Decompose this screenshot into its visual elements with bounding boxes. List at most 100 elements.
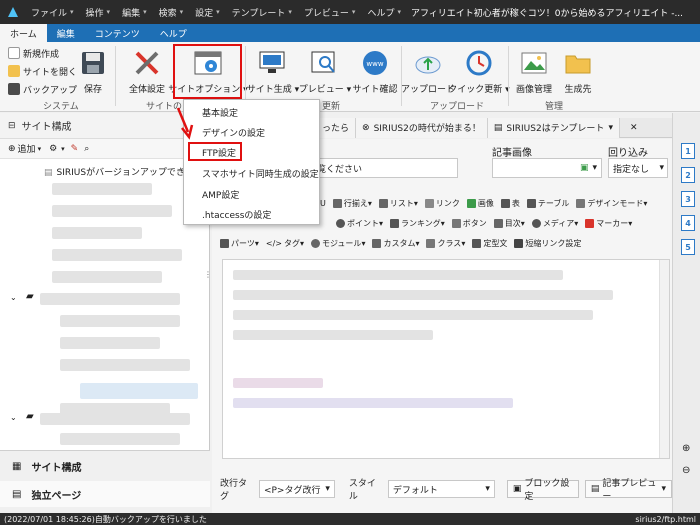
- zoom-in-icon[interactable]: ⊕: [682, 443, 690, 454]
- table-short-button[interactable]: 表: [500, 198, 520, 209]
- side-tab-5[interactable]: 5: [681, 239, 695, 255]
- zoom-out-icon[interactable]: ⊖: [682, 465, 690, 476]
- menu-item-basic-settings[interactable]: 基本設定: [202, 106, 238, 119]
- custom-button[interactable]: カスタム ▾: [372, 238, 419, 249]
- group-label-system: システム: [43, 102, 79, 112]
- crown-icon: [390, 218, 400, 228]
- design-mode-button[interactable]: デザインモード ▾: [576, 198, 647, 209]
- site-check-button[interactable]: www サイト確認: [352, 48, 398, 100]
- image-manage-button[interactable]: 画像管理: [512, 48, 556, 100]
- quick-update-button[interactable]: クイック更新 ▾: [448, 48, 510, 100]
- table-button[interactable]: テーブル: [526, 198, 569, 209]
- overall-settings-button[interactable]: 全体設定: [124, 48, 170, 100]
- list-button[interactable]: リスト ▾: [378, 198, 418, 209]
- menu-item-amp-settings[interactable]: AMP設定: [202, 188, 239, 201]
- side-tab-4[interactable]: 4: [681, 215, 695, 231]
- chevron-down-icon: ▾: [37, 144, 42, 153]
- align-button[interactable]: 行揃え ▾: [332, 198, 372, 209]
- menu-settings[interactable]: 設定 ▾: [189, 0, 226, 24]
- parts-button[interactable]: パーツ ▾: [220, 238, 259, 249]
- generated-destination-button[interactable]: 生成先: [558, 48, 598, 100]
- gear-icon[interactable]: ⚙: [49, 144, 57, 154]
- independent-page-tab[interactable]: ▤ 独立ページ: [0, 481, 210, 507]
- preview-button[interactable]: プレビュー ▾: [299, 48, 351, 100]
- menu-preview[interactable]: プレビュー ▾: [298, 0, 362, 24]
- toc-button[interactable]: 目次 ▾: [493, 218, 525, 229]
- add-button[interactable]: ⊕ 追加 ▾: [8, 142, 42, 156]
- check-icon: [336, 218, 345, 228]
- save-button[interactable]: 保存: [78, 48, 108, 100]
- blurred-item: [40, 413, 190, 425]
- group-label-update: 更新: [322, 102, 341, 112]
- tree-item[interactable]: ▤ SIRIUSがバージョンアップできま: [44, 165, 194, 178]
- tab-help[interactable]: ヘルプ: [150, 24, 197, 42]
- title-input[interactable]: 覧ください: [312, 158, 458, 178]
- block-settings-button[interactable]: ▣ ブロック設定: [506, 479, 579, 502]
- divider: [115, 46, 116, 106]
- side-tab-1[interactable]: 1: [681, 143, 695, 159]
- scrollbar[interactable]: [659, 260, 669, 458]
- doc-tab-active[interactable]: ⊗ SIRIUS2の時代が始まる！: [356, 117, 488, 138]
- short-link-settings-button[interactable]: 短縮リンク設定: [514, 238, 581, 249]
- style-select[interactable]: デフォルト ▾: [387, 480, 495, 498]
- blurred-text: [233, 330, 433, 340]
- doc-tab[interactable]: ▤ SIRIUS2はテンプレート ▾: [487, 117, 620, 138]
- fold-label: 回り込み: [608, 148, 648, 159]
- menu-search[interactable]: 検索 ▾: [153, 0, 190, 24]
- splitter-handle[interactable]: ⋮: [204, 270, 212, 300]
- chevron-down-icon[interactable]: ⌄: [10, 293, 17, 302]
- media-button[interactable]: メディア ▾: [531, 218, 578, 229]
- blurred-text: [233, 310, 593, 320]
- upload-button[interactable]: アップロード: [401, 48, 455, 100]
- backup-button[interactable]: バックアップ: [8, 81, 77, 97]
- article-preview-button[interactable]: ▤ 記事プレビュー ▾: [584, 479, 672, 502]
- menu-help[interactable]: ヘルプ ▾: [361, 0, 407, 24]
- tag-button[interactable]: </> タグ ▾: [266, 238, 304, 249]
- preview-icon: [308, 48, 342, 78]
- ribbon-tabs: ホーム 編集 コンテンツ ヘルプ: [0, 24, 700, 42]
- menu-item-htaccess-settings[interactable]: .htaccessの設定: [202, 208, 271, 221]
- close-icon[interactable]: ✕: [630, 123, 638, 133]
- menu-operation[interactable]: 操作 ▾: [80, 0, 117, 24]
- new-button[interactable]: 新規作成: [8, 45, 59, 61]
- fold-select[interactable]: 指定なし ▾: [608, 158, 668, 178]
- close-icon[interactable]: ⊗: [362, 123, 370, 133]
- link-settings-icon: [514, 238, 524, 248]
- menu-item-design-settings[interactable]: デザインの設定: [202, 126, 265, 139]
- chevron-down-icon: ▾: [608, 122, 613, 133]
- image-icon: ▣: [579, 163, 589, 173]
- article-body-editor[interactable]: [222, 259, 670, 459]
- marker-button[interactable]: マーカー ▾: [585, 218, 632, 229]
- link-button[interactable]: リンク: [424, 198, 460, 209]
- menu-edit[interactable]: 編集 ▾: [116, 0, 153, 24]
- module-icon: [310, 238, 320, 248]
- class-button[interactable]: クラス ▾: [426, 238, 465, 249]
- search-icon[interactable]: ⌕: [84, 144, 89, 154]
- menu-template[interactable]: テンプレート ▾: [226, 0, 298, 24]
- list-icon: [378, 198, 388, 208]
- template-text-button[interactable]: 定型文: [472, 238, 507, 249]
- ranking-button[interactable]: ランキング ▾: [390, 218, 445, 229]
- underline-button[interactable]: U: [320, 199, 326, 208]
- article-image-input[interactable]: ▣ ▾: [492, 158, 602, 178]
- menu-item-smartphone-settings[interactable]: スマホサイト同時生成の設定: [202, 167, 319, 180]
- pencil-icon[interactable]: ✎: [71, 144, 79, 154]
- side-tab-3[interactable]: 3: [681, 191, 695, 207]
- site-generate-button[interactable]: サイト生成 ▾: [247, 48, 299, 100]
- image-button[interactable]: 画像: [466, 198, 494, 209]
- open-site-button[interactable]: サイトを開く: [8, 63, 77, 79]
- module-button[interactable]: モジュール ▾: [310, 238, 365, 249]
- chevron-down-icon: ▾: [179, 8, 184, 16]
- newline-tag-select[interactable]: <P>タグ改行 ▾: [258, 480, 335, 498]
- chevron-down-icon[interactable]: ⌄: [10, 413, 17, 422]
- tab-contents[interactable]: コンテンツ: [85, 24, 150, 42]
- pin-icon[interactable]: ⊟: [8, 121, 16, 131]
- point-button[interactable]: ポイント ▾: [336, 218, 383, 229]
- button-button[interactable]: ボタン: [451, 218, 487, 229]
- tab-home[interactable]: ホーム: [0, 24, 47, 42]
- tab-edit[interactable]: 編集: [47, 24, 85, 42]
- menu-file[interactable]: ファイル ▾: [25, 0, 80, 24]
- site-structure-tab[interactable]: ▦ サイト構成: [0, 453, 210, 479]
- side-tab-2[interactable]: 2: [681, 167, 695, 183]
- blurred-item: [52, 227, 142, 239]
